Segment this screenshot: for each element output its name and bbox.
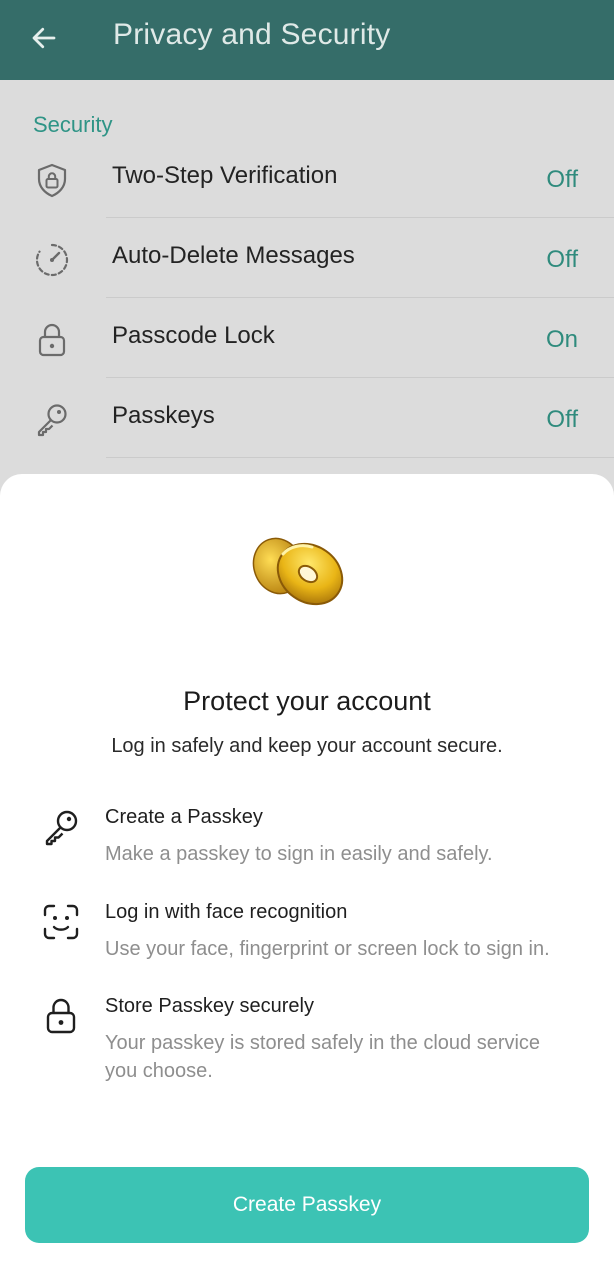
- row-passcode-lock[interactable]: Passcode Lock On: [0, 298, 614, 378]
- row-label: Auto-Delete Messages: [112, 242, 355, 269]
- row-value: Off: [546, 406, 578, 433]
- screen: Privacy and Security Security Two-Step V…: [0, 0, 614, 1280]
- row-label: Two-Step Verification: [112, 162, 338, 189]
- row-value: Off: [546, 246, 578, 273]
- key-icon: [45, 810, 78, 846]
- sheet-title: Protect your account: [183, 686, 431, 716]
- feature-title: Store Passkey securely: [105, 995, 314, 1017]
- create-passkey-button[interactable]: Create Passkey: [25, 1167, 589, 1243]
- app-bar: Privacy and Security: [0, 0, 614, 80]
- divider: [106, 457, 614, 458]
- feature-title: Log in with face recognition: [105, 901, 348, 923]
- feature-title: Create a Passkey: [105, 806, 263, 828]
- section-title: Security: [33, 112, 113, 137]
- arrow-left-icon: [32, 27, 56, 49]
- lock-icon: [38, 323, 66, 357]
- row-two-step-verification[interactable]: Two-Step Verification Off: [0, 138, 614, 218]
- page-title: Privacy and Security: [113, 18, 391, 51]
- row-value: On: [545, 326, 578, 353]
- row-label: Passkeys: [112, 402, 215, 429]
- passkey-bottom-sheet: Protect your account Log in safely and k…: [0, 474, 614, 1280]
- lock-icon: [46, 998, 76, 1034]
- feature-description: Your passkey is stored safely in the clo…: [105, 1032, 541, 1082]
- row-passkeys[interactable]: Passkeys Off: [0, 378, 614, 458]
- key-icon: [37, 404, 67, 437]
- feature-description: Use your face, fingerprint or screen loc…: [105, 938, 550, 960]
- row-auto-delete-messages[interactable]: Auto-Delete Messages Off: [0, 218, 614, 298]
- golden-key-sticker-icon: [252, 537, 344, 606]
- feature-description: Make a passkey to sign in easily and saf…: [105, 843, 493, 865]
- row-value: Off: [546, 166, 578, 193]
- security-settings-list: Security Two-Step Verification Off Auto-…: [0, 80, 614, 500]
- face-scan-icon: [43, 904, 79, 940]
- timer-icon: [35, 243, 69, 277]
- row-label: Passcode Lock: [112, 322, 275, 349]
- back-button[interactable]: [26, 20, 62, 56]
- shield-lock-icon: [37, 163, 67, 198]
- sheet-subtitle: Log in safely and keep your account secu…: [111, 735, 503, 757]
